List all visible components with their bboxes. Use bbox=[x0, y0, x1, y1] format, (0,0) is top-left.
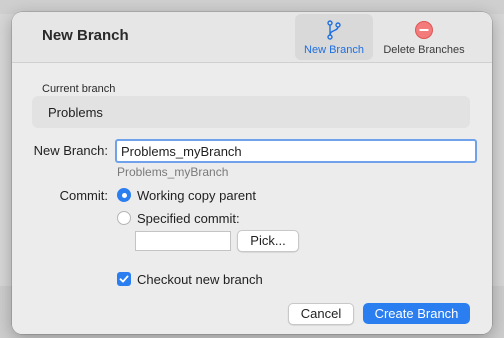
commit-label: Commit: bbox=[59, 188, 108, 203]
specified-commit-label: Specified commit: bbox=[137, 211, 240, 226]
working-copy-parent-label: Working copy parent bbox=[137, 188, 256, 203]
checkout-new-branch-label: Checkout new branch bbox=[137, 272, 263, 287]
specified-commit-radio[interactable] bbox=[117, 211, 131, 225]
new-branch-hint: Problems_myBranch bbox=[117, 165, 229, 179]
delete-branches-tool-button[interactable]: Delete Branches bbox=[376, 14, 472, 60]
new-branch-tool-button[interactable]: New Branch bbox=[295, 14, 373, 60]
new-branch-name-input[interactable] bbox=[115, 139, 477, 163]
cancel-button[interactable]: Cancel bbox=[288, 303, 354, 325]
new-branch-label: New Branch: bbox=[33, 143, 108, 158]
current-branch-value: Problems bbox=[48, 105, 103, 120]
create-branch-button[interactable]: Create Branch bbox=[363, 303, 470, 324]
new-branch-tool-label: New Branch bbox=[304, 44, 364, 56]
current-branch-box: Problems bbox=[32, 96, 470, 128]
branch-icon bbox=[327, 20, 341, 40]
delete-circle-icon bbox=[415, 21, 433, 39]
working-copy-parent-radio[interactable] bbox=[117, 188, 131, 202]
new-branch-sheet: New Branch New Branch Delete Branches Cu… bbox=[12, 12, 492, 334]
sheet-title: New Branch bbox=[42, 27, 129, 44]
specified-commit-input[interactable] bbox=[135, 231, 231, 251]
checkmark-icon bbox=[119, 275, 129, 283]
current-branch-label: Current branch bbox=[42, 83, 116, 95]
pick-button[interactable]: Pick... bbox=[237, 230, 299, 252]
sheet-body: Current branch Problems New Branch: Prob… bbox=[12, 63, 492, 334]
delete-branches-tool-label: Delete Branches bbox=[383, 44, 465, 56]
sheet-header: New Branch New Branch Delete Branches bbox=[12, 12, 492, 63]
checkout-new-branch-checkbox[interactable] bbox=[117, 272, 131, 286]
